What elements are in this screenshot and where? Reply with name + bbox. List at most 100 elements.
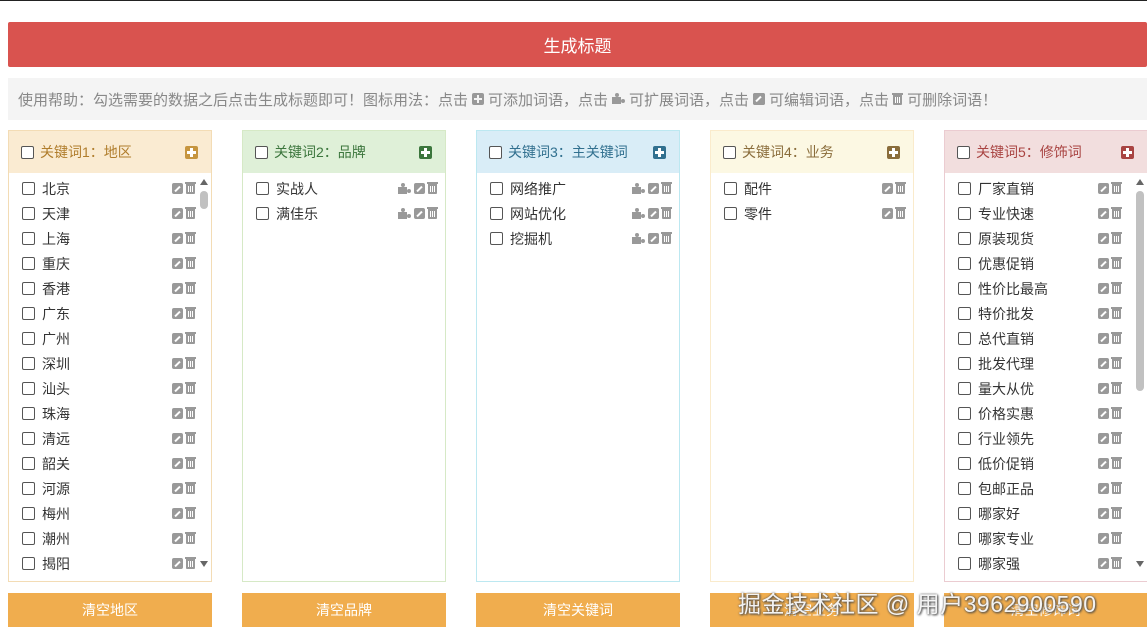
scrollbar[interactable] <box>199 179 209 577</box>
trash-icon[interactable] <box>1111 357 1122 369</box>
trash-icon[interactable] <box>1111 257 1122 269</box>
puzzle-icon[interactable] <box>632 183 645 194</box>
trash-icon[interactable] <box>185 532 196 544</box>
edit-icon[interactable] <box>172 483 183 494</box>
edit-icon[interactable] <box>172 558 183 569</box>
trash-icon[interactable] <box>185 457 196 469</box>
item-checkbox[interactable] <box>22 382 35 395</box>
edit-icon[interactable] <box>648 183 659 194</box>
item-checkbox[interactable] <box>490 207 503 220</box>
item-checkbox[interactable] <box>22 282 35 295</box>
trash-icon[interactable] <box>185 232 196 244</box>
puzzle-icon[interactable] <box>398 183 411 194</box>
item-checkbox[interactable] <box>22 332 35 345</box>
trash-icon[interactable] <box>1111 307 1122 319</box>
select-all-checkbox[interactable] <box>723 145 736 159</box>
scroll-thumb[interactable] <box>200 191 208 209</box>
item-checkbox[interactable] <box>958 232 971 245</box>
puzzle-icon[interactable] <box>632 233 645 244</box>
scroll-up-icon[interactable] <box>1136 179 1144 185</box>
item-checkbox[interactable] <box>958 357 971 370</box>
trash-icon[interactable] <box>185 382 196 394</box>
edit-icon[interactable] <box>414 183 425 194</box>
trash-icon[interactable] <box>895 182 906 194</box>
trash-icon[interactable] <box>1111 332 1122 344</box>
edit-icon[interactable] <box>1098 183 1109 194</box>
item-checkbox[interactable] <box>22 182 35 195</box>
item-checkbox[interactable] <box>724 207 737 220</box>
add-word-icon[interactable] <box>653 145 666 159</box>
trash-icon[interactable] <box>427 207 438 219</box>
trash-icon[interactable] <box>185 332 196 344</box>
edit-icon[interactable] <box>172 333 183 344</box>
edit-icon[interactable] <box>172 533 183 544</box>
item-checkbox[interactable] <box>256 182 269 195</box>
trash-icon[interactable] <box>661 182 672 194</box>
item-checkbox[interactable] <box>22 457 35 470</box>
trash-icon[interactable] <box>1111 557 1122 569</box>
trash-icon[interactable] <box>185 182 196 194</box>
item-checkbox[interactable] <box>22 207 35 220</box>
trash-icon[interactable] <box>1111 282 1122 294</box>
edit-icon[interactable] <box>882 183 893 194</box>
item-checkbox[interactable] <box>22 432 35 445</box>
add-word-icon[interactable] <box>419 145 432 159</box>
trash-icon[interactable] <box>1111 207 1122 219</box>
edit-icon[interactable] <box>648 208 659 219</box>
item-checkbox[interactable] <box>958 382 971 395</box>
item-checkbox[interactable] <box>958 432 971 445</box>
edit-icon[interactable] <box>172 433 183 444</box>
item-checkbox[interactable] <box>490 182 503 195</box>
trash-icon[interactable] <box>185 357 196 369</box>
item-checkbox[interactable] <box>22 307 35 320</box>
item-checkbox[interactable] <box>22 257 35 270</box>
edit-icon[interactable] <box>1098 433 1109 444</box>
item-checkbox[interactable] <box>22 232 35 245</box>
trash-icon[interactable] <box>1111 432 1122 444</box>
trash-icon[interactable] <box>1111 482 1122 494</box>
edit-icon[interactable] <box>1098 258 1109 269</box>
trash-icon[interactable] <box>185 557 196 569</box>
edit-icon[interactable] <box>172 258 183 269</box>
trash-icon[interactable] <box>1111 507 1122 519</box>
edit-icon[interactable] <box>1098 383 1109 394</box>
item-checkbox[interactable] <box>22 507 35 520</box>
scroll-thumb[interactable] <box>1136 191 1144 391</box>
trash-icon[interactable] <box>1111 407 1122 419</box>
edit-icon[interactable] <box>172 383 183 394</box>
item-checkbox[interactable] <box>958 207 971 220</box>
item-checkbox[interactable] <box>958 557 971 570</box>
edit-icon[interactable] <box>172 283 183 294</box>
scrollbar[interactable] <box>1135 179 1145 577</box>
item-checkbox[interactable] <box>724 182 737 195</box>
item-checkbox[interactable] <box>256 207 269 220</box>
trash-icon[interactable] <box>1111 232 1122 244</box>
puzzle-icon[interactable] <box>632 208 645 219</box>
clear-keyword-button[interactable]: 清空关键词 <box>476 593 680 627</box>
item-checkbox[interactable] <box>958 307 971 320</box>
item-checkbox[interactable] <box>958 457 971 470</box>
edit-icon[interactable] <box>172 508 183 519</box>
edit-icon[interactable] <box>1098 483 1109 494</box>
edit-icon[interactable] <box>1098 408 1109 419</box>
item-checkbox[interactable] <box>958 282 971 295</box>
item-checkbox[interactable] <box>958 507 971 520</box>
edit-icon[interactable] <box>172 208 183 219</box>
edit-icon[interactable] <box>1098 508 1109 519</box>
trash-icon[interactable] <box>1111 457 1122 469</box>
trash-icon[interactable] <box>1111 532 1122 544</box>
scroll-down-icon[interactable] <box>200 561 208 567</box>
edit-icon[interactable] <box>1098 283 1109 294</box>
puzzle-icon[interactable] <box>398 208 411 219</box>
edit-icon[interactable] <box>1098 308 1109 319</box>
item-checkbox[interactable] <box>22 357 35 370</box>
edit-icon[interactable] <box>1098 533 1109 544</box>
scroll-up-icon[interactable] <box>200 179 208 185</box>
item-checkbox[interactable] <box>22 557 35 570</box>
item-checkbox[interactable] <box>22 532 35 545</box>
edit-icon[interactable] <box>1098 208 1109 219</box>
edit-icon[interactable] <box>1098 233 1109 244</box>
trash-icon[interactable] <box>185 307 196 319</box>
edit-icon[interactable] <box>172 233 183 244</box>
select-all-checkbox[interactable] <box>489 145 502 159</box>
